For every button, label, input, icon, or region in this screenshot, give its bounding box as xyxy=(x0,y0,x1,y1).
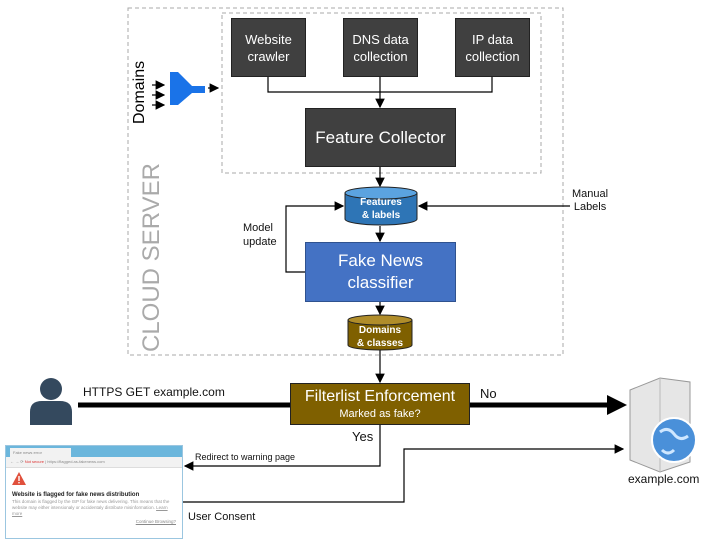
browser-url: https://flagged.as-fakenews.com xyxy=(47,459,105,464)
not-secure-badge: Not secure xyxy=(24,459,45,464)
manual-labels-line2: Labels xyxy=(573,201,607,213)
filterlist-box: Filterlist Enforcement Marked as fake? xyxy=(290,383,470,425)
consent-label: User Consent xyxy=(188,511,256,523)
model-update-label: Model update xyxy=(243,221,277,249)
browser-tab: Fake news error xyxy=(10,448,71,457)
server-label: example.com xyxy=(628,472,700,486)
manual-labels-line1: Manual xyxy=(572,188,609,200)
classifier-box: Fake News classifier xyxy=(305,242,456,302)
ip-collection-box: IP data collection xyxy=(455,18,530,77)
features-db-line2: & labels xyxy=(361,210,401,221)
address-bar: ← → ⟳ Not secure | https://flagged.as-fa… xyxy=(6,457,182,468)
continue-browsing-link[interactable]: Continue Browsing? xyxy=(12,519,176,524)
domains-db: Domains & classes xyxy=(348,325,412,351)
request-label: HTTPS GET example.com xyxy=(83,385,225,399)
filterlist-question: Marked as fake? xyxy=(339,408,421,420)
warning-page-screenshot: Fake news error ← → ⟳ Not secure | https… xyxy=(5,445,183,539)
features-db: Features & labels xyxy=(345,197,417,225)
server-icon xyxy=(629,377,697,473)
filterlist-title: Filterlist Enforcement xyxy=(304,388,456,405)
feature-collector-box: Feature Collector xyxy=(305,108,456,167)
warning-body: This domain is flagged by the ISP for fa… xyxy=(12,499,170,510)
user-icon xyxy=(30,378,72,425)
model-update-line1: Model xyxy=(243,222,273,234)
manual-labels: Manual Labels xyxy=(572,188,608,214)
collector-merge-line xyxy=(267,77,493,93)
no-label: No xyxy=(480,386,497,401)
diagram: CLOUD SERVER Domains Website crawler DNS… xyxy=(0,0,715,539)
globe-icon xyxy=(651,417,697,463)
funnel-icon xyxy=(170,72,205,105)
yes-label: Yes xyxy=(352,429,374,444)
cloud-server-label: CLOUD SERVER xyxy=(138,163,165,352)
domains-db-line1: Domains xyxy=(358,325,402,336)
warning-heading: Website is flagged for fake news distrib… xyxy=(12,492,140,498)
dns-collection-box: DNS data collection xyxy=(343,18,418,77)
model-update-line2: update xyxy=(243,236,277,248)
classifier-line1: Fake News xyxy=(337,251,424,270)
warning-icon xyxy=(12,472,26,485)
features-db-line1: Features xyxy=(360,197,402,208)
redirect-label: Redirect to warning page xyxy=(195,452,296,462)
domains-label: Domains xyxy=(131,60,148,124)
website-crawler-box: Website crawler xyxy=(231,18,306,77)
classifier-line2: classifier xyxy=(347,273,414,292)
domains-db-line2: & classes xyxy=(356,338,404,349)
